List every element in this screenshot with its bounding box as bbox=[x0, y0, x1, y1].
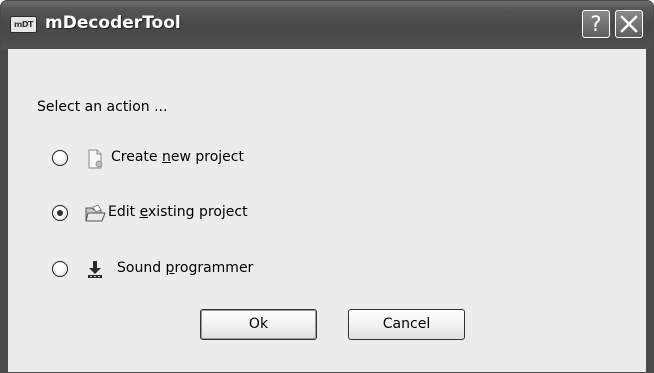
ok-button[interactable]: Ok bbox=[200, 309, 317, 340]
option-edit-existing-project[interactable]: Edit existing project bbox=[52, 203, 312, 225]
radio-sound-programmer[interactable] bbox=[52, 261, 68, 277]
download-icon bbox=[88, 261, 102, 278]
title-bar[interactable]: mDT mDecoderTool ? bbox=[1, 1, 653, 49]
radio-edit-existing-project[interactable] bbox=[52, 205, 68, 221]
open-folder-icon bbox=[85, 204, 106, 222]
option-label: Edit existing project bbox=[108, 204, 248, 220]
window-title: mDecoderTool bbox=[45, 13, 181, 33]
option-label: Sound programmer bbox=[117, 260, 254, 276]
help-button[interactable]: ? bbox=[582, 10, 610, 38]
close-icon bbox=[620, 15, 638, 33]
option-label: Create new project bbox=[111, 149, 244, 165]
cancel-button[interactable]: Cancel bbox=[348, 309, 465, 340]
option-create-new-project[interactable]: Create new project bbox=[52, 148, 312, 170]
app-icon: mDT bbox=[10, 16, 37, 33]
prompt-label: Select an action ... bbox=[37, 99, 168, 115]
radio-create-new-project[interactable] bbox=[52, 150, 68, 166]
dialog-window: mDT mDecoderTool ? Select an action ... … bbox=[0, 0, 654, 373]
new-file-icon bbox=[88, 149, 103, 169]
close-button[interactable] bbox=[615, 10, 643, 38]
option-sound-programmer[interactable]: Sound programmer bbox=[52, 259, 312, 281]
dialog-body: Select an action ... Create new project … bbox=[8, 49, 646, 372]
